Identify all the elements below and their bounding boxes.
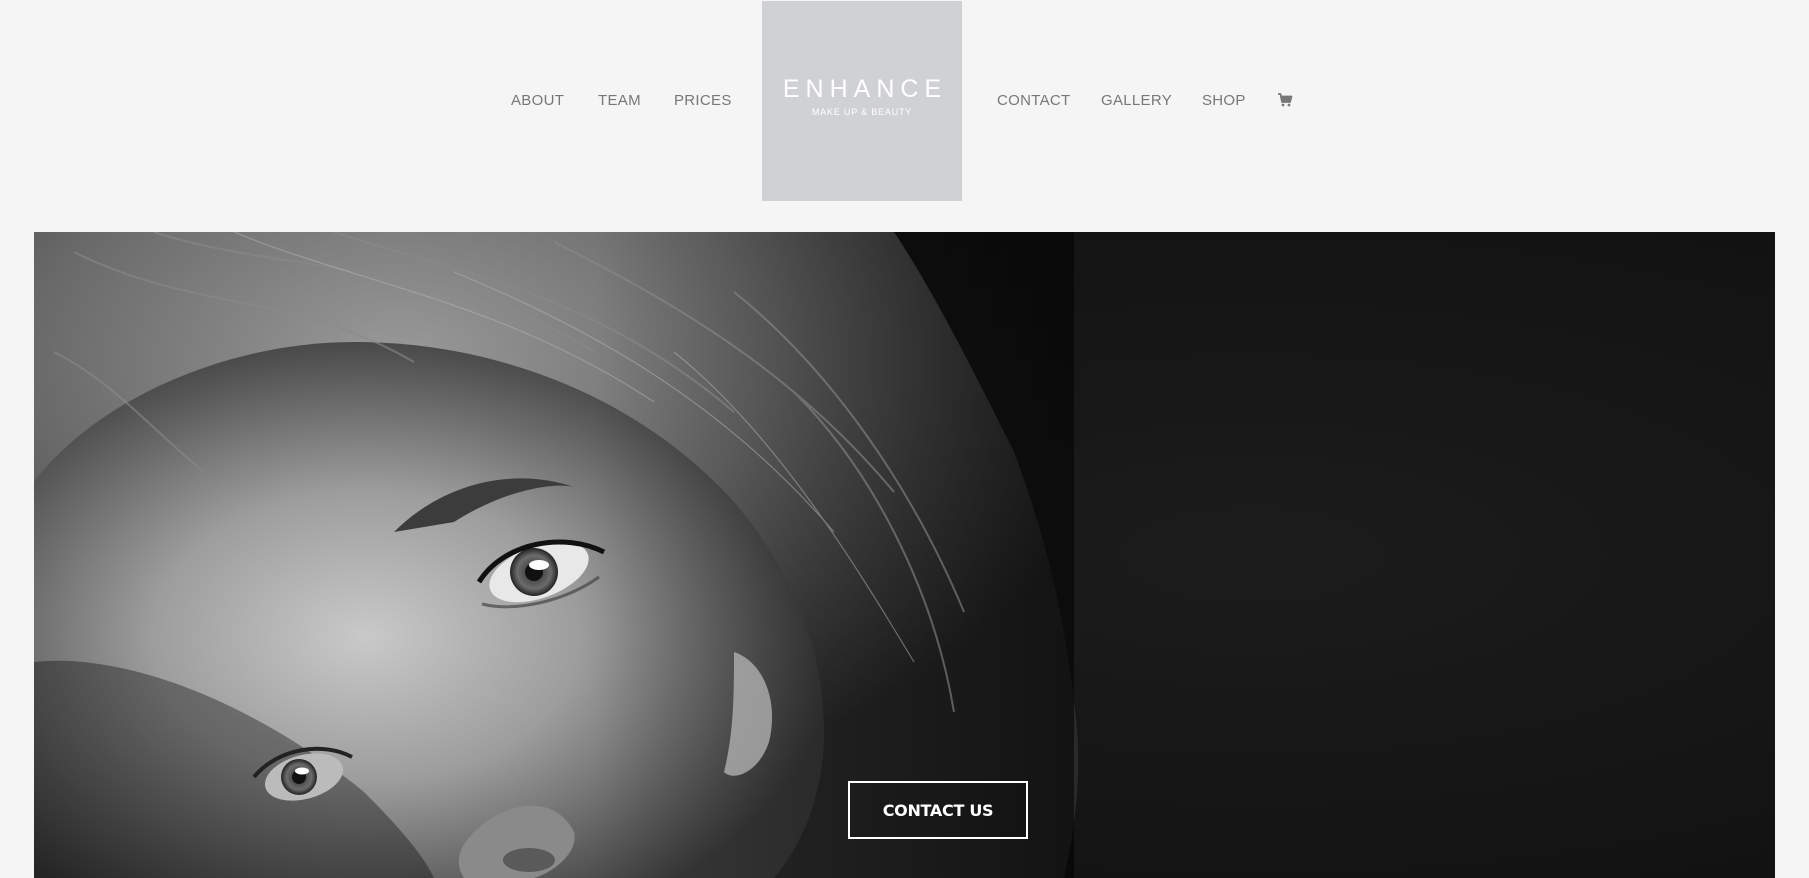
hero-banner: CONTACT US: [34, 232, 1775, 878]
shopping-cart-icon[interactable]: [1277, 92, 1293, 108]
nav-item-team[interactable]: TEAM: [598, 92, 641, 110]
site-header: ABOUT TEAM PRICES ENHANCE MAKE UP & BEAU…: [0, 0, 1809, 232]
nav-item-about[interactable]: ABOUT: [511, 92, 564, 110]
nav-item-shop[interactable]: SHOP: [1202, 92, 1246, 110]
nav-item-gallery[interactable]: GALLERY: [1101, 92, 1172, 110]
logo-tagline: MAKE UP & BEAUTY: [811, 107, 913, 117]
nav-item-prices[interactable]: PRICES: [674, 92, 732, 110]
nav-item-contact[interactable]: CONTACT: [997, 92, 1070, 110]
contact-us-button[interactable]: CONTACT US: [848, 781, 1028, 839]
logo-wordmark: ENHANCE: [782, 75, 948, 103]
site-logo[interactable]: ENHANCE MAKE UP & BEAUTY: [762, 1, 962, 201]
